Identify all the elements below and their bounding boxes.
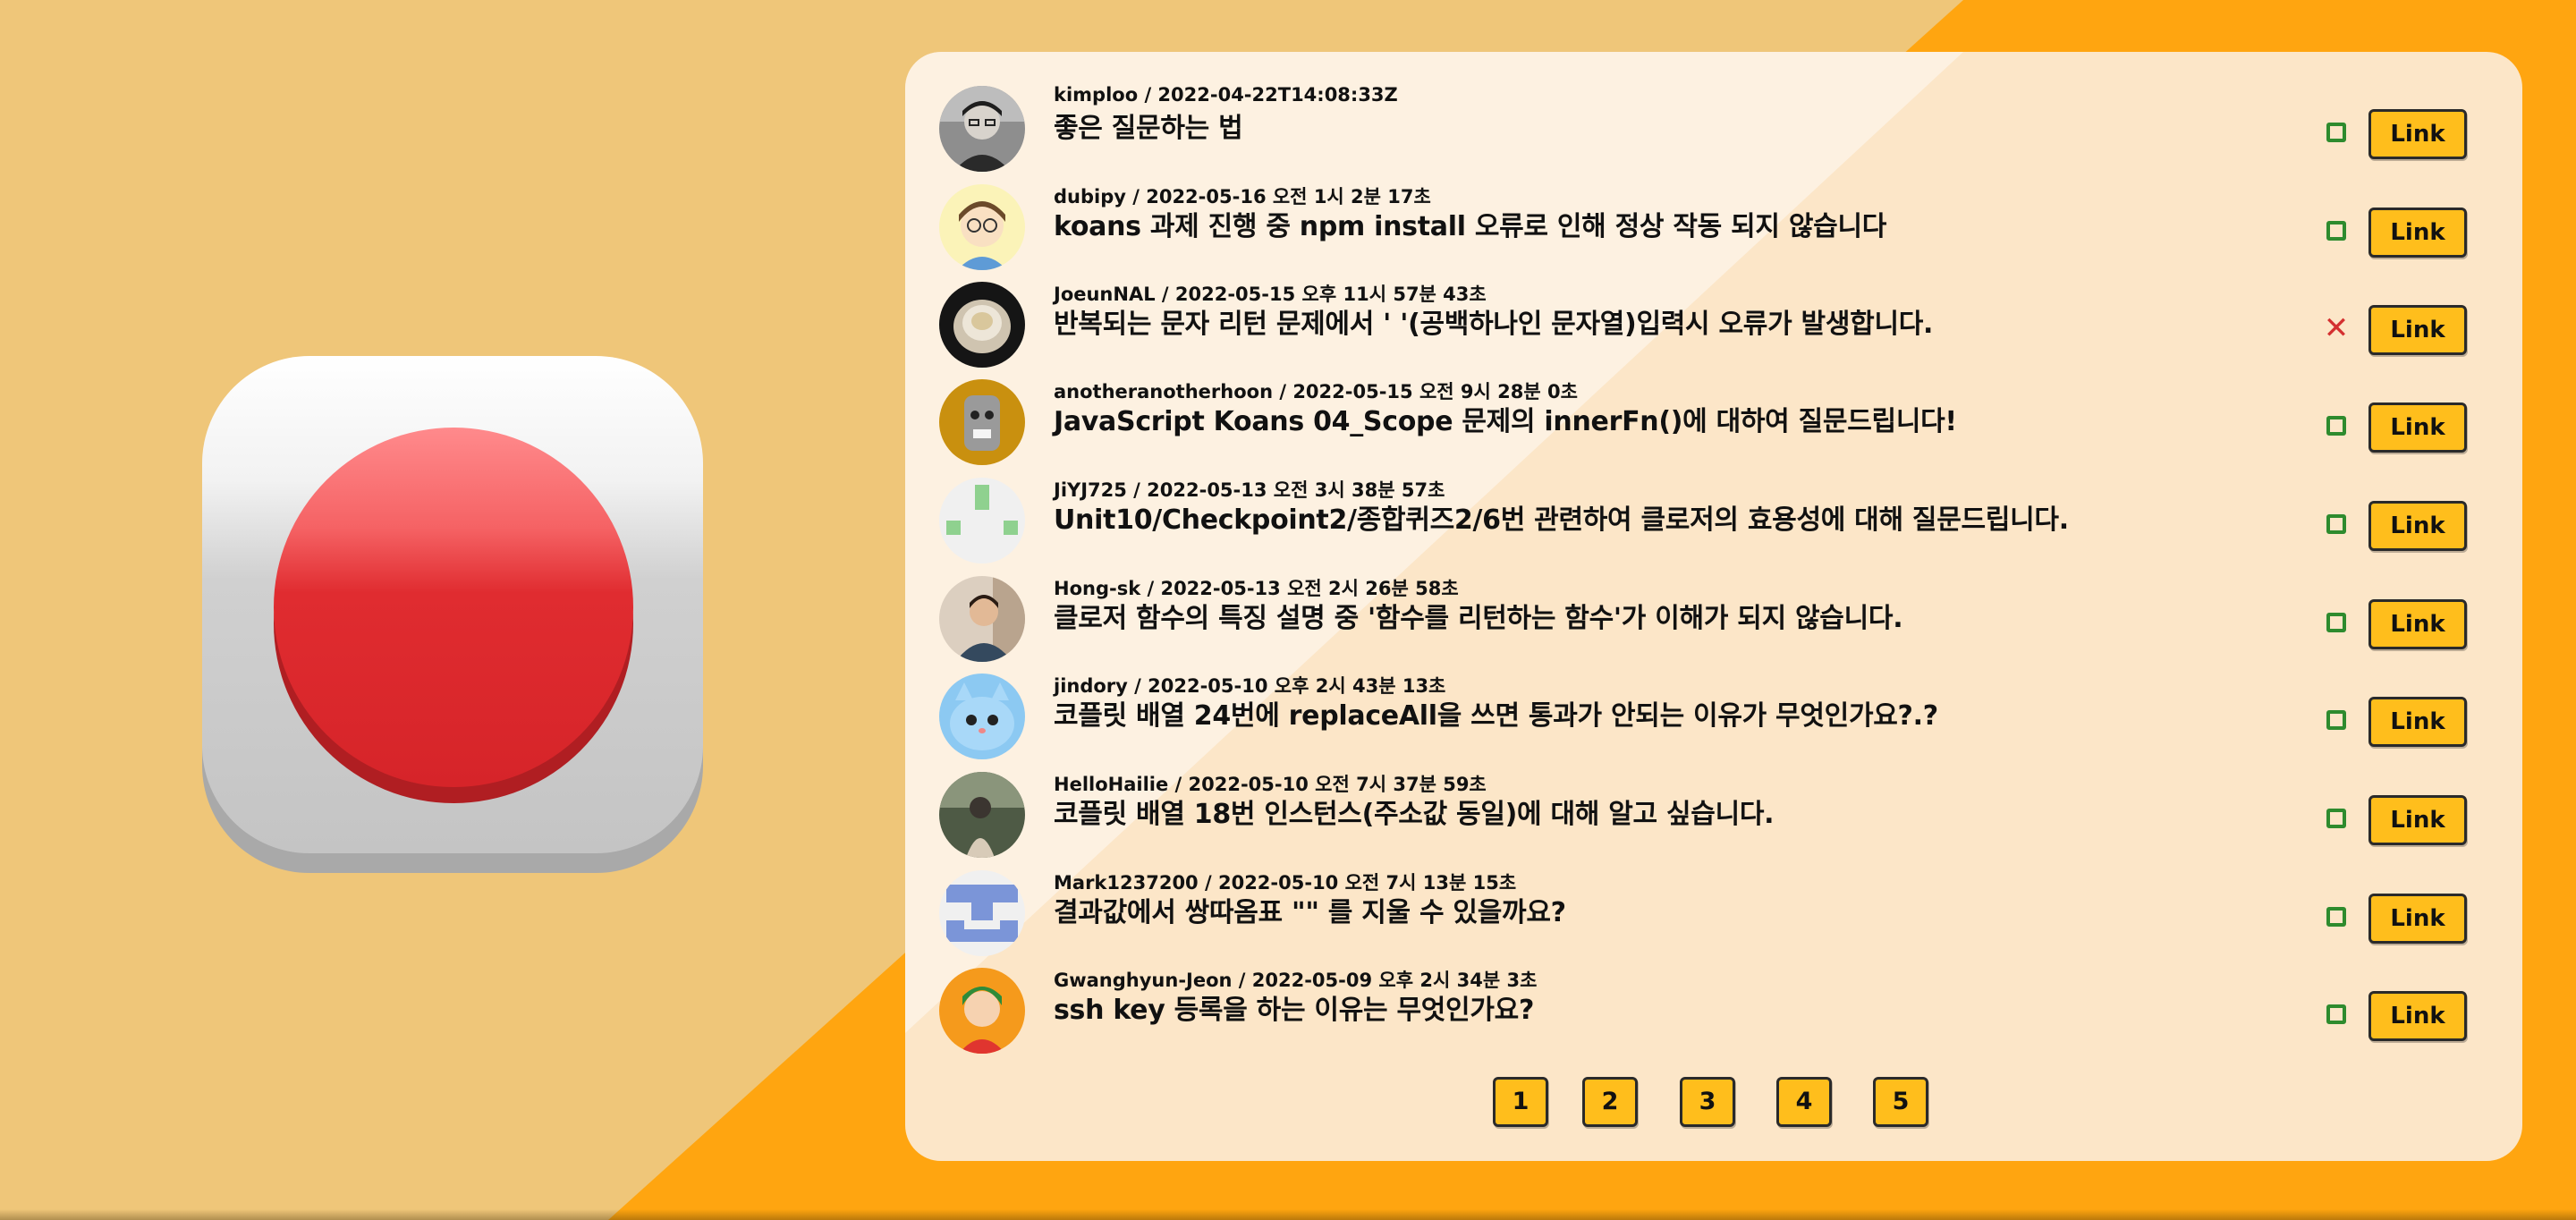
page-button-3[interactable]: 3 [1680, 1077, 1735, 1127]
question-list: kimploo / 2022-04-22T14:08:33Z 좋은 질문하는 법… [905, 52, 2522, 1089]
question-title: 코플릿 배열 18번 인스턴스(주소값 동일)에 대해 알고 싶습니다. [1054, 799, 1775, 830]
question-row: Hong-sk / 2022-05-13 오전 2시 26분 58초 클로저 함… [905, 542, 2522, 662]
question-row: HelloHailie / 2022-05-10 오전 7시 37분 59초 코… [905, 738, 2522, 858]
question-title: 클로저 함수의 특징 설명 중 '함수를 리턴하는 함수'가 이해가 되지 않습… [1054, 603, 1903, 634]
circle-status-icon [2326, 514, 2346, 534]
question-meta: kimploo / 2022-04-22T14:08:33Z [1054, 84, 1398, 106]
status-indicator [2326, 809, 2346, 828]
question-row: JiYJ725 / 2022-05-13 오전 3시 38분 57초 Unit1… [905, 444, 2522, 563]
status-indicator: ✕ [2324, 313, 2350, 343]
big-red-button[interactable] [202, 356, 703, 873]
question-title: 결과값에서 쌍따옴표 "" 를 지울 수 있을까요? [1054, 897, 1566, 928]
circle-status-icon [2326, 809, 2346, 828]
circle-status-icon [2326, 613, 2346, 632]
status-indicator [2326, 221, 2346, 241]
avatar-cartoon-green-hair [939, 968, 1025, 1054]
question-title: Unit10/Checkpoint2/종합퀴즈2/6번 관련하여 클로저의 효용… [1054, 504, 2069, 536]
question-row: kimploo / 2022-04-22T14:08:33Z 좋은 질문하는 법… [905, 52, 2522, 172]
red-push-button-icon [274, 428, 633, 787]
status-indicator [2326, 123, 2346, 142]
question-title: 좋은 질문하는 법 [1054, 113, 1243, 144]
question-row: jindory / 2022-05-10 오후 2시 43분 13초 코플릿 배… [905, 640, 2522, 759]
status-indicator [2326, 613, 2346, 632]
question-row: anotheranotherhoon / 2022-05-15 오전 9시 28… [905, 345, 2522, 465]
question-title: JavaScript Koans 04_Scope 문제의 innerFn()에… [1054, 406, 1957, 437]
question-row: Gwanghyun-Jeon / 2022-05-09 오후 2시 34분 3초… [905, 934, 2522, 1054]
status-indicator [2326, 1004, 2346, 1024]
circle-status-icon [2326, 710, 2346, 730]
page-button-2[interactable]: 2 [1582, 1077, 1638, 1127]
page-button-1[interactable]: 1 [1493, 1077, 1548, 1127]
question-title: ssh key 등록을 하는 이유는 무엇인가요? [1054, 995, 1535, 1026]
question-row: Mark1237200 / 2022-05-10 오전 7시 13분 15초 결… [905, 836, 2522, 956]
pagination: 1 2 3 4 5 [905, 1073, 2522, 1136]
circle-status-icon [2326, 416, 2346, 436]
circle-status-icon [2326, 123, 2346, 142]
status-indicator [2326, 710, 2346, 730]
page-button-5[interactable]: 5 [1873, 1077, 1928, 1127]
page-button-4[interactable]: 4 [1776, 1077, 1832, 1127]
question-row: dubipy / 2022-05-16 오전 1시 2분 17초 koans 과… [905, 150, 2522, 270]
link-button[interactable]: Link [2368, 991, 2467, 1041]
status-indicator [2326, 416, 2346, 436]
circle-status-icon [2326, 221, 2346, 241]
question-title: 코플릿 배열 24번에 replaceAll을 쓰면 통과가 안되는 이유가 무… [1054, 700, 1938, 732]
x-status-icon: ✕ [2323, 310, 2350, 346]
status-indicator [2326, 514, 2346, 534]
bottom-edge-shadow [0, 1209, 2576, 1220]
status-indicator [2326, 907, 2346, 927]
circle-status-icon [2326, 1004, 2346, 1024]
question-title: koans 과제 진행 중 npm install 오류로 인해 정상 작동 되… [1054, 211, 1887, 242]
circle-status-icon [2326, 907, 2346, 927]
question-row: JoeunNAL / 2022-05-15 오후 11시 57분 43초 반복되… [905, 248, 2522, 368]
question-title: 반복되는 문자 리턴 문제에서 ' '(공백하나인 문자열)입력시 오류가 발생… [1054, 309, 1934, 340]
